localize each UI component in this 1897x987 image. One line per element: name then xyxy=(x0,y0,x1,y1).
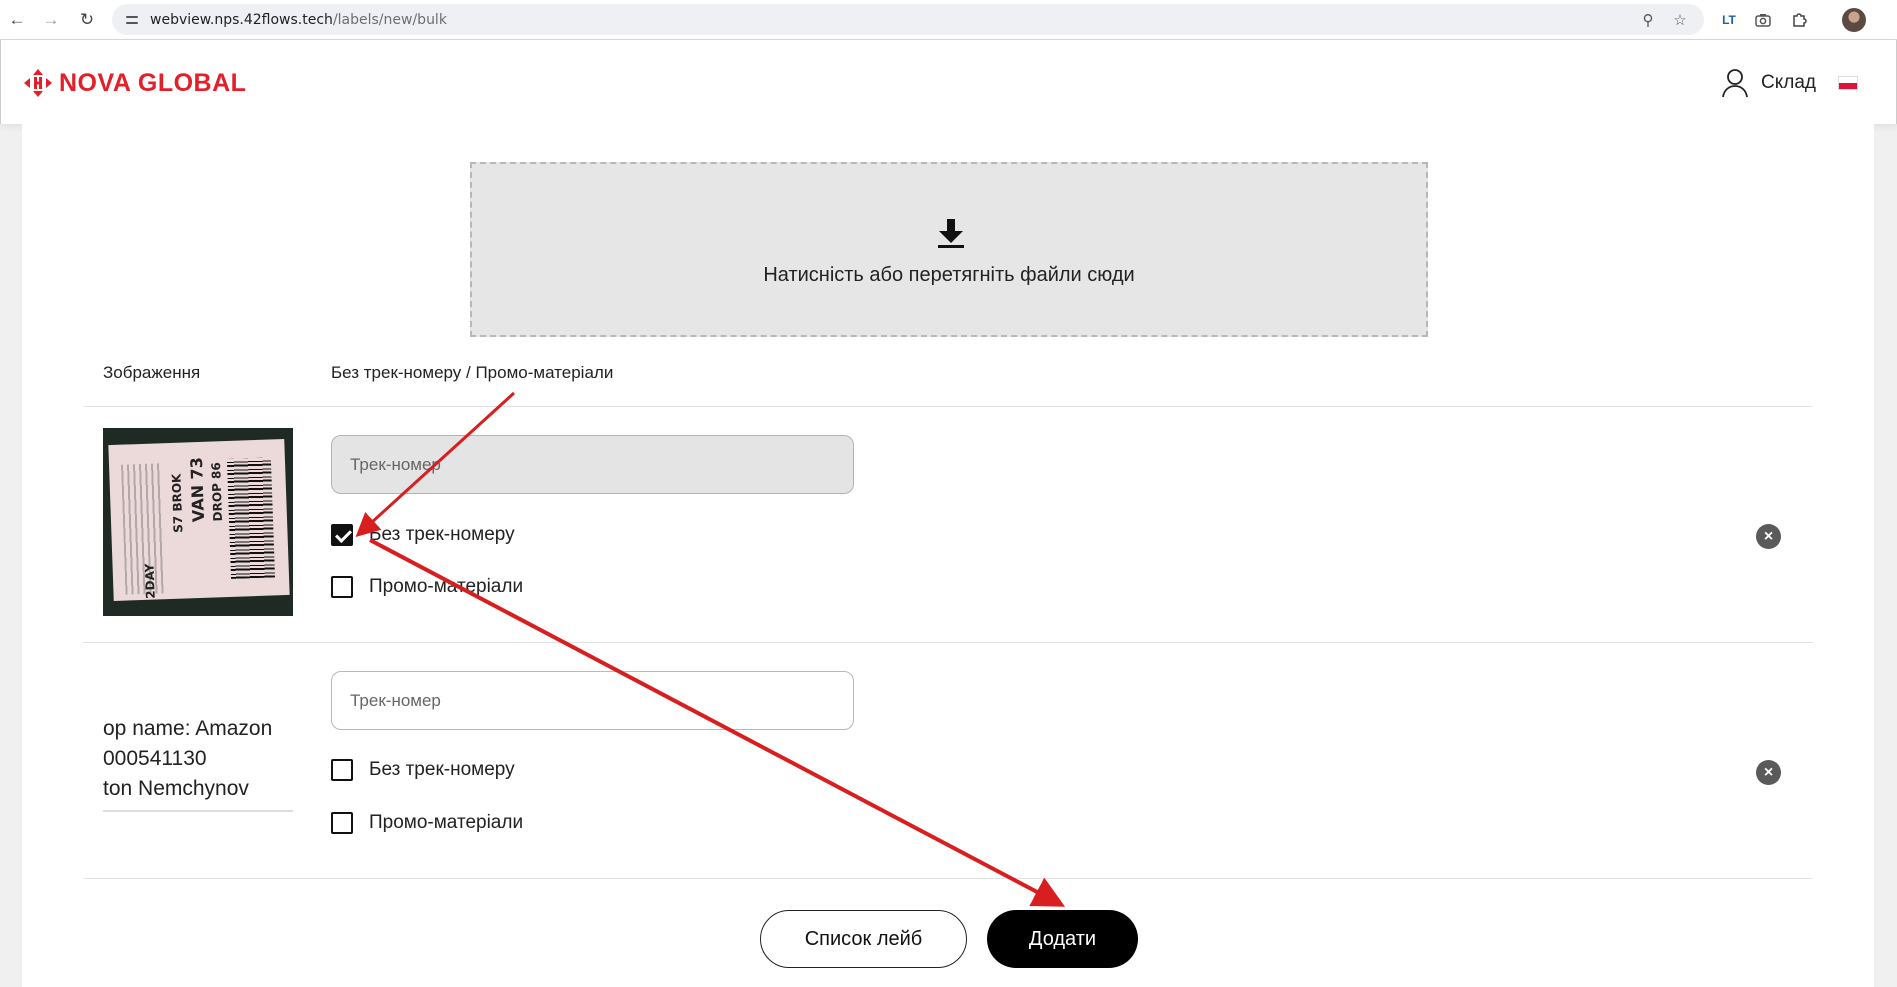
barcode-image xyxy=(226,457,276,579)
label-photo: S7 BROK VAN 73 DROP 86 2DAY xyxy=(108,438,290,602)
remove-row-1-close-icon[interactable]: × xyxy=(1756,524,1781,549)
thumbnail-document-image: op name: Amazon 000541130 ton Nemchynov xyxy=(103,714,293,812)
no-track-option-2[interactable]: Без трек-номеру xyxy=(331,759,515,781)
translate-extension-icon[interactable]: LT xyxy=(1718,9,1740,31)
thumbnail-text: VAN 73 xyxy=(186,456,209,523)
thumbnail-text: ton Nemchynov xyxy=(103,777,249,800)
column-header-options: Без трек-номеру / Промо-матеріали xyxy=(331,363,614,382)
label-thumbnail-2[interactable]: op name: Amazon 000541130 ton Nemchynov xyxy=(103,664,293,852)
label-thumbnail-1[interactable]: S7 BROK VAN 73 DROP 86 2DAY xyxy=(103,428,293,616)
divider xyxy=(83,642,1813,643)
promo-label: Промо-матеріали xyxy=(369,812,524,833)
browser-toolbar: ← → ↻ webview.nps.42flows.tech/labels/ne… xyxy=(0,0,1897,40)
promo-option-1[interactable]: Промо-матеріали xyxy=(331,576,523,598)
promo-checkbox-1[interactable] xyxy=(331,576,353,598)
camera-extension-icon[interactable] xyxy=(1752,9,1774,31)
forward-arrow-icon[interactable]: → xyxy=(40,9,62,31)
track-number-input-2[interactable] xyxy=(331,671,854,730)
nova-logo-icon xyxy=(24,69,52,97)
dropzone-text: Натисність або перетягніть файли сюди xyxy=(763,264,1135,286)
promo-option-2[interactable]: Промо-матеріали xyxy=(331,812,523,834)
file-dropzone[interactable]: Натисність або перетягніть файли сюди xyxy=(470,162,1428,337)
thumbnail-text: 2DAY xyxy=(142,563,158,599)
promo-label: Промо-матеріали xyxy=(369,576,524,597)
address-bar[interactable]: webview.nps.42flows.tech/labels/new/bulk… xyxy=(112,4,1704,35)
thumbnail-text: 000541130 xyxy=(103,747,207,770)
reload-icon[interactable]: ↻ xyxy=(76,9,98,31)
logo-text: NOVA GLOBAL xyxy=(59,68,247,97)
divider xyxy=(83,878,1813,879)
promo-checkbox-2[interactable] xyxy=(331,812,353,834)
add-button[interactable]: Додати xyxy=(987,910,1138,968)
thumbnail-text: DROP 86 xyxy=(209,462,226,522)
user-role: Склад xyxy=(1761,72,1816,93)
extensions-puzzle-icon[interactable] xyxy=(1788,9,1810,31)
user-icon xyxy=(1722,69,1748,98)
profile-avatar[interactable] xyxy=(1842,8,1866,32)
bulk-labels-card: Натисність або перетягніть файли сюди Зо… xyxy=(22,124,1874,987)
column-header-image: Зображення xyxy=(103,363,201,382)
thumbnail-text: op name: Amazon xyxy=(103,717,273,740)
back-arrow-icon[interactable]: ← xyxy=(6,9,28,31)
track-number-input-1[interactable] xyxy=(331,435,854,494)
no-track-checkbox-1[interactable] xyxy=(331,524,353,546)
site-header: NOVA GLOBAL Склад xyxy=(0,40,1897,124)
divider xyxy=(83,406,1813,407)
no-track-checkbox-2[interactable] xyxy=(331,759,353,781)
no-track-label: Без трек-номеру xyxy=(369,524,515,545)
url-host: webview.nps.42flows.tech xyxy=(150,11,333,28)
zoom-icon[interactable]: ⚲ xyxy=(1638,10,1658,30)
user-menu[interactable]: Склад xyxy=(1721,68,1858,98)
language-flag-icon[interactable] xyxy=(1838,76,1858,90)
no-track-option-1[interactable]: Без трек-номеру xyxy=(331,524,515,546)
download-icon xyxy=(938,219,964,248)
labels-list-button[interactable]: Список лейб xyxy=(760,910,967,968)
url-text: webview.nps.42flows.tech/labels/new/bulk xyxy=(150,12,447,28)
no-track-label: Без трек-номеру xyxy=(369,759,515,780)
thumbnail-text: S7 BROK xyxy=(169,473,186,533)
url-path: /labels/new/bulk xyxy=(332,11,447,28)
site-settings-icon[interactable] xyxy=(124,12,140,28)
bookmark-star-icon[interactable]: ☆ xyxy=(1670,10,1690,30)
remove-row-2-close-icon[interactable]: × xyxy=(1756,760,1781,785)
logo[interactable]: NOVA GLOBAL xyxy=(23,68,246,98)
